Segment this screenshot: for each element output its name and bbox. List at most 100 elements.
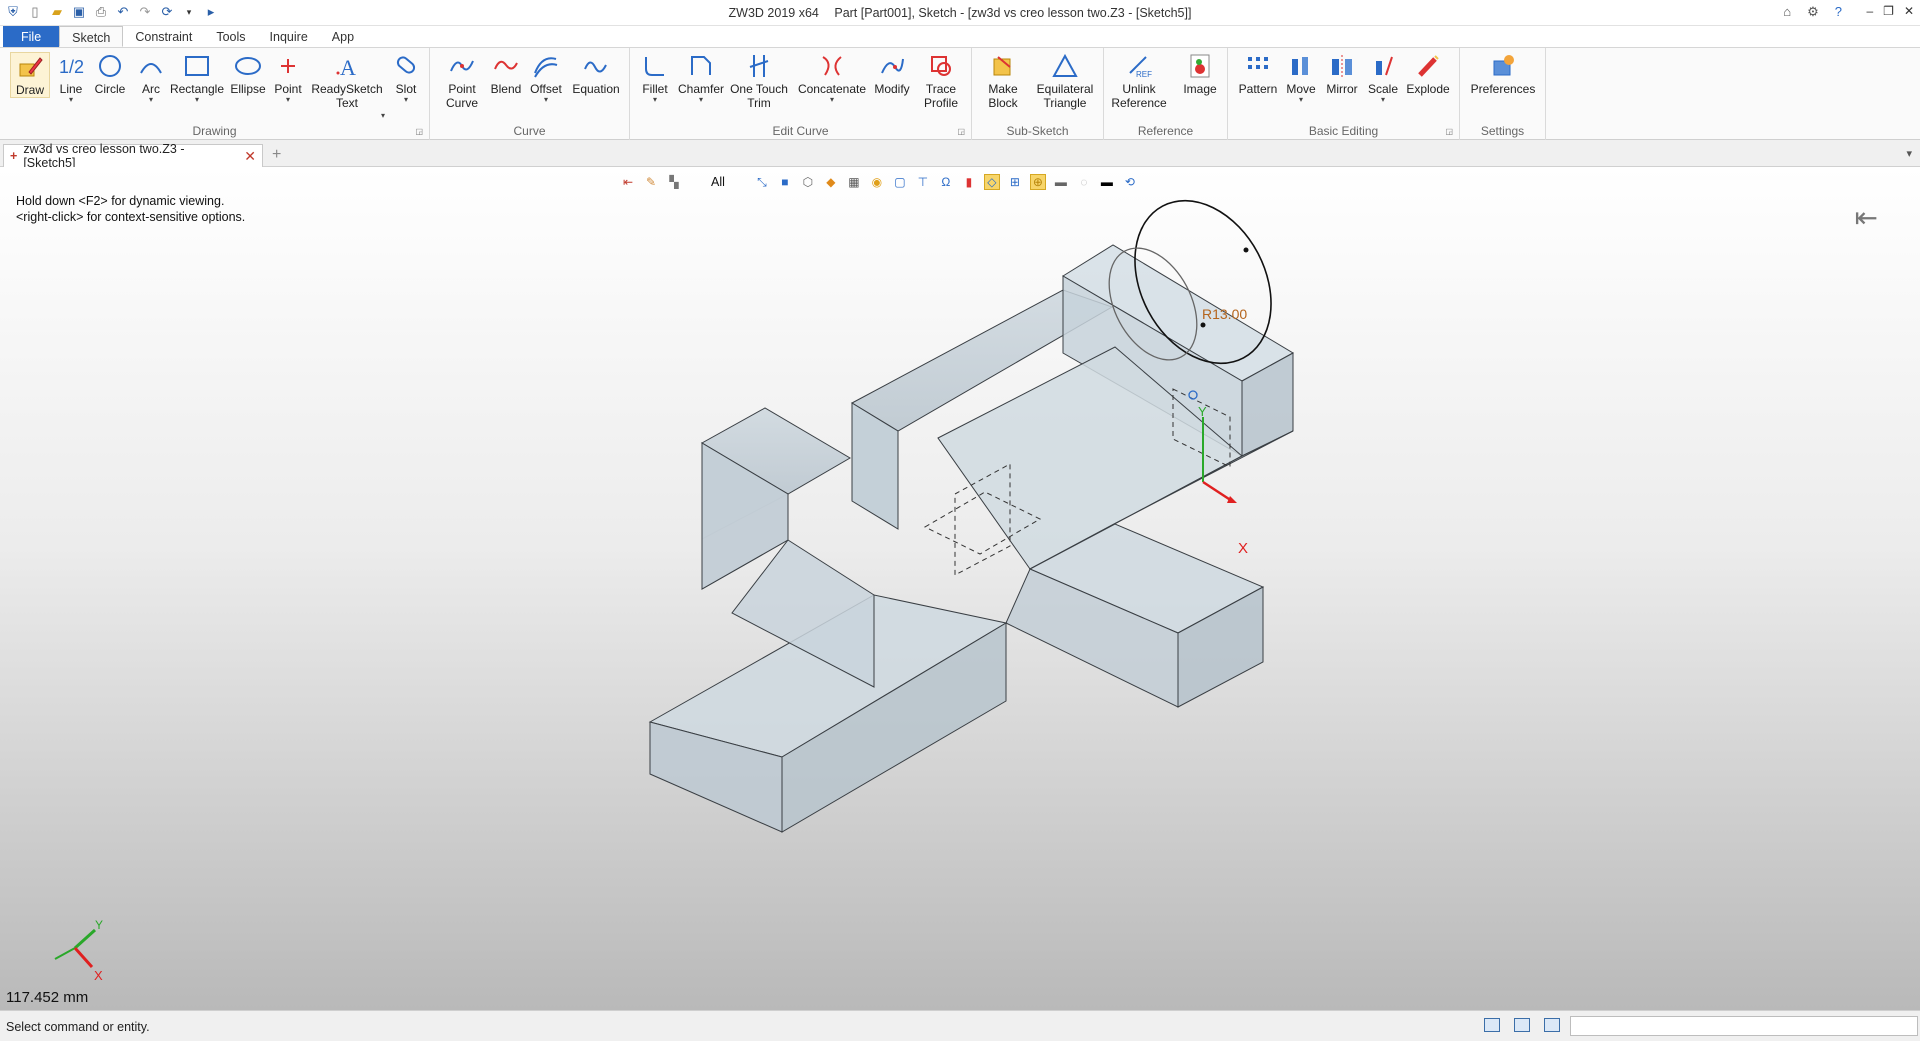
graphics-viewport[interactable]: Hold down <F2> for dynamic viewing. <rig… [0, 167, 1920, 1010]
pin-icon[interactable]: + [10, 149, 17, 163]
one-touch-trim-button[interactable]: One Touch Trim [728, 52, 790, 110]
scale-button[interactable]: Scale ▾ [1366, 52, 1400, 104]
draw-button[interactable]: Draw [10, 52, 50, 98]
offset-dropdown-icon[interactable]: ▾ [544, 96, 548, 104]
unlink-reference-icon: REF [1124, 52, 1154, 80]
circle-radius-handle[interactable] [1243, 247, 1249, 253]
tab-tools[interactable]: Tools [204, 26, 257, 47]
explode-button[interactable]: Explode [1404, 52, 1452, 96]
blend-button[interactable]: Blend [488, 52, 524, 96]
status-message: Select command or entity. [6, 1020, 150, 1034]
mirror-button[interactable]: Mirror [1322, 52, 1362, 96]
chamfer-dropdown-icon[interactable]: ▾ [699, 96, 703, 104]
offset-button[interactable]: Offset ▾ [528, 52, 564, 104]
drawing-launcher-icon[interactable]: ◲ [415, 127, 423, 136]
preferences-button[interactable]: Preferences [1464, 52, 1542, 96]
line-button[interactable]: 1/2 Line ▾ [54, 52, 88, 104]
document-tab[interactable]: + zw3d vs creo lesson two.Z3 - [Sketch5]… [3, 142, 263, 170]
help-icon[interactable]: ? [1835, 4, 1842, 20]
tab-inquire[interactable]: Inquire [258, 26, 320, 47]
modify-button[interactable]: Modify [870, 52, 914, 96]
rectangle-button[interactable]: Rectangle ▾ [168, 52, 226, 104]
svg-text:1/2: 1/2 [59, 57, 84, 77]
move-label: Move [1286, 82, 1316, 96]
view-manager-icon[interactable] [1484, 1018, 1500, 1032]
text-icon: A [332, 52, 362, 80]
slot-button[interactable]: Slot ▾ [390, 52, 422, 104]
display-icon[interactable] [1514, 1018, 1530, 1032]
tab-app[interactable]: App [320, 26, 366, 47]
basic-editing-launcher-icon[interactable]: ◲ [1445, 127, 1453, 136]
rectangle-dropdown-icon[interactable]: ▾ [195, 96, 199, 104]
point-curve-button[interactable]: Point Curve [442, 52, 482, 110]
close-tab-icon[interactable]: ✕ [244, 148, 256, 165]
pattern-icon [1243, 52, 1273, 80]
chamfer-button[interactable]: Chamfer ▾ [676, 52, 726, 104]
readysketch-text-button[interactable]: A ReadySketch Text [310, 52, 384, 110]
fillet-button[interactable]: Fillet ▾ [638, 52, 672, 104]
group-edit-curve: Fillet ▾ Chamfer ▾ One Touch Trim Concat… [630, 48, 972, 140]
tab-list-icon[interactable]: ▾ [1906, 147, 1912, 160]
arc-button[interactable]: Arc ▾ [136, 52, 166, 104]
point-curve-label-2: Curve [445, 96, 478, 110]
pattern-button[interactable]: Pattern [1236, 52, 1280, 96]
gear-icon[interactable]: ⚙ [1807, 4, 1819, 20]
unlink-reference-button[interactable]: REF Unlink Reference [1108, 52, 1170, 110]
title-bar: ⛨ ▯ ▰ ▣ ⎙ ↶ ↷ ⟳ ▾ ▸ ZW3D 2019 x64 Part [… [0, 0, 1920, 26]
point-dropdown-icon[interactable]: ▾ [286, 96, 290, 104]
document-tab-label: zw3d vs creo lesson two.Z3 - [Sketch5] [23, 142, 185, 170]
origin-x-label: X [1238, 540, 1248, 557]
group-reference: REF Unlink Reference Image Reference [1104, 48, 1228, 140]
equilateral-triangle-button[interactable]: Equilateral Triangle [1032, 52, 1098, 110]
tab-constraint[interactable]: Constraint [123, 26, 204, 47]
offset-label: Offset [530, 82, 562, 96]
concatenate-button[interactable]: Concatenate ▾ [796, 52, 868, 104]
group-label-basic-editing: Basic Editing [1308, 124, 1379, 138]
group-label-curve: Curve [513, 124, 546, 138]
collapse-ribbon-icon[interactable]: ⌂ [1783, 4, 1791, 20]
explode-icon [1413, 52, 1443, 80]
svg-text:REF: REF [1136, 70, 1152, 79]
dimension-anchor [1200, 322, 1206, 328]
move-dropdown-icon[interactable]: ▾ [1299, 96, 1303, 104]
blend-icon [491, 52, 521, 80]
modify-icon [877, 52, 907, 80]
radius-dimension[interactable]: R13.00 [1202, 306, 1247, 322]
status-icons [1484, 1018, 1560, 1032]
file-menu[interactable]: File [3, 26, 60, 47]
command-input[interactable] [1570, 1016, 1918, 1036]
circle-button[interactable]: Circle [92, 52, 128, 96]
trace-profile-button[interactable]: Trace Profile [918, 52, 964, 110]
image-button[interactable]: Image [1180, 52, 1220, 96]
group-label-settings: Settings [1480, 124, 1525, 138]
arc-icon [136, 52, 166, 80]
edit-curve-launcher-icon[interactable]: ◲ [957, 127, 965, 136]
fillet-dropdown-icon[interactable]: ▾ [653, 96, 657, 104]
minimize-icon[interactable]: – [1866, 4, 1873, 18]
slot-dropdown-icon[interactable]: ▾ [404, 96, 408, 104]
equation-button[interactable]: Equation [570, 52, 622, 96]
concatenate-dropdown-icon[interactable]: ▾ [830, 96, 834, 104]
window-controls: – ❐ ✕ [1866, 4, 1914, 18]
group-label-reference: Reference [1137, 124, 1194, 138]
move-button[interactable]: Move ▾ [1284, 52, 1318, 104]
restore-icon[interactable]: ❐ [1883, 4, 1894, 18]
make-block-button[interactable]: Make Block [980, 52, 1026, 110]
readysketch-dropdown-icon[interactable]: ▾ [381, 112, 385, 120]
pattern-label: Pattern [1238, 82, 1278, 96]
ellipse-button[interactable]: Ellipse [228, 52, 268, 96]
line-dropdown-icon[interactable]: ▾ [69, 96, 73, 104]
tab-sketch[interactable]: Sketch [59, 26, 124, 47]
make-block-icon [988, 52, 1018, 80]
group-drawing: Draw 1/2 Line ▾ Circle Arc ▾ Rectangle ▾… [0, 48, 430, 140]
add-tab-icon[interactable]: + [272, 146, 281, 164]
arc-dropdown-icon[interactable]: ▾ [149, 96, 153, 104]
equation-icon [581, 52, 611, 80]
group-basic-editing: Pattern Move ▾ Mirror Scale ▾ Explode Ba… [1228, 48, 1460, 140]
triad-y-label: Y [95, 918, 103, 932]
layout-icon[interactable] [1544, 1018, 1560, 1032]
close-icon[interactable]: ✕ [1904, 4, 1914, 18]
scale-dropdown-icon[interactable]: ▾ [1381, 96, 1385, 104]
point-button[interactable]: Point ▾ [272, 52, 304, 104]
trace-profile-icon [926, 52, 956, 80]
